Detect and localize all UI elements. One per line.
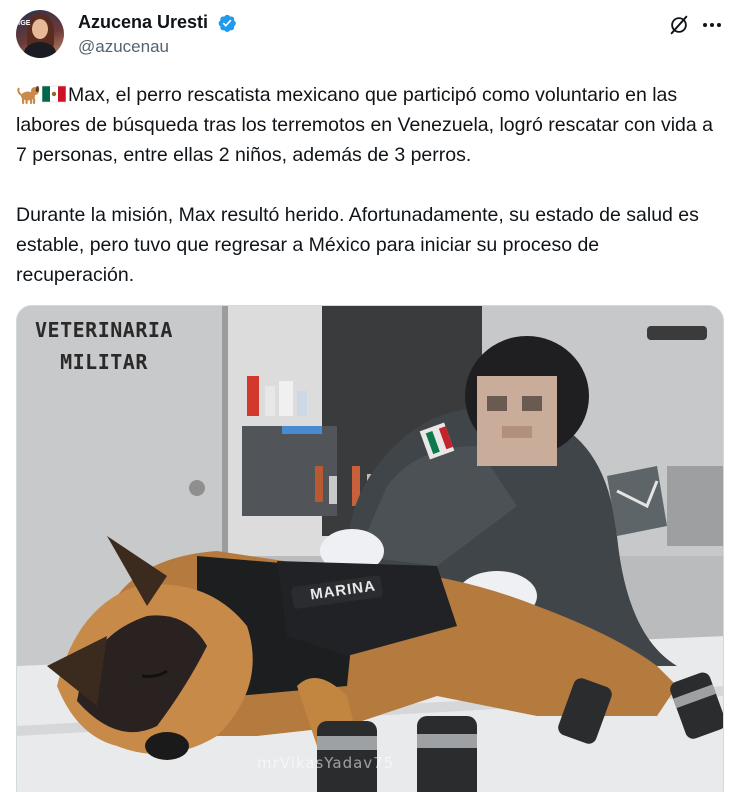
- verified-badge-icon: [218, 14, 236, 32]
- author-info: Azucena Uresti @azucenau: [78, 12, 237, 57]
- tweet-paragraph-1-text: Max, el perro rescatista mexicano que pa…: [16, 84, 714, 166]
- photo-sign-line1: VETERINARIA: [35, 318, 173, 342]
- avatar[interactable]: fGE: [16, 10, 64, 58]
- photo-sign-line2: MILITAR: [60, 350, 148, 374]
- more-icon[interactable]: [702, 22, 722, 28]
- mexico-flag-emoji: [42, 85, 66, 103]
- tweet: fGE Azucena Uresti @azucenau Max, el per…: [0, 0, 736, 792]
- display-name[interactable]: Azucena Uresti: [78, 12, 208, 33]
- dog-emoji: [17, 86, 40, 104]
- tweet-header: fGE Azucena Uresti @azucenau: [16, 10, 728, 62]
- tweet-photo[interactable]: VETERINARIA MILITAR MARINA mrVikasYadav7…: [16, 305, 724, 792]
- photo-sign: VETERINARIA MILITAR: [35, 314, 173, 378]
- grok-icon[interactable]: [668, 14, 690, 36]
- photo-illustration: [17, 306, 723, 792]
- photo-watermark: mrVikasYadav75: [257, 754, 395, 772]
- avatar-tag: fGE: [18, 20, 31, 27]
- tweet-text: Max, el perro rescatista mexicano que pa…: [16, 80, 720, 290]
- handle[interactable]: @azucenau: [78, 37, 237, 57]
- tweet-paragraph-2: Durante la misión, Max resultó herido. A…: [16, 204, 699, 286]
- tweet-paragraph-1: Max, el perro rescatista mexicano que pa…: [16, 80, 720, 170]
